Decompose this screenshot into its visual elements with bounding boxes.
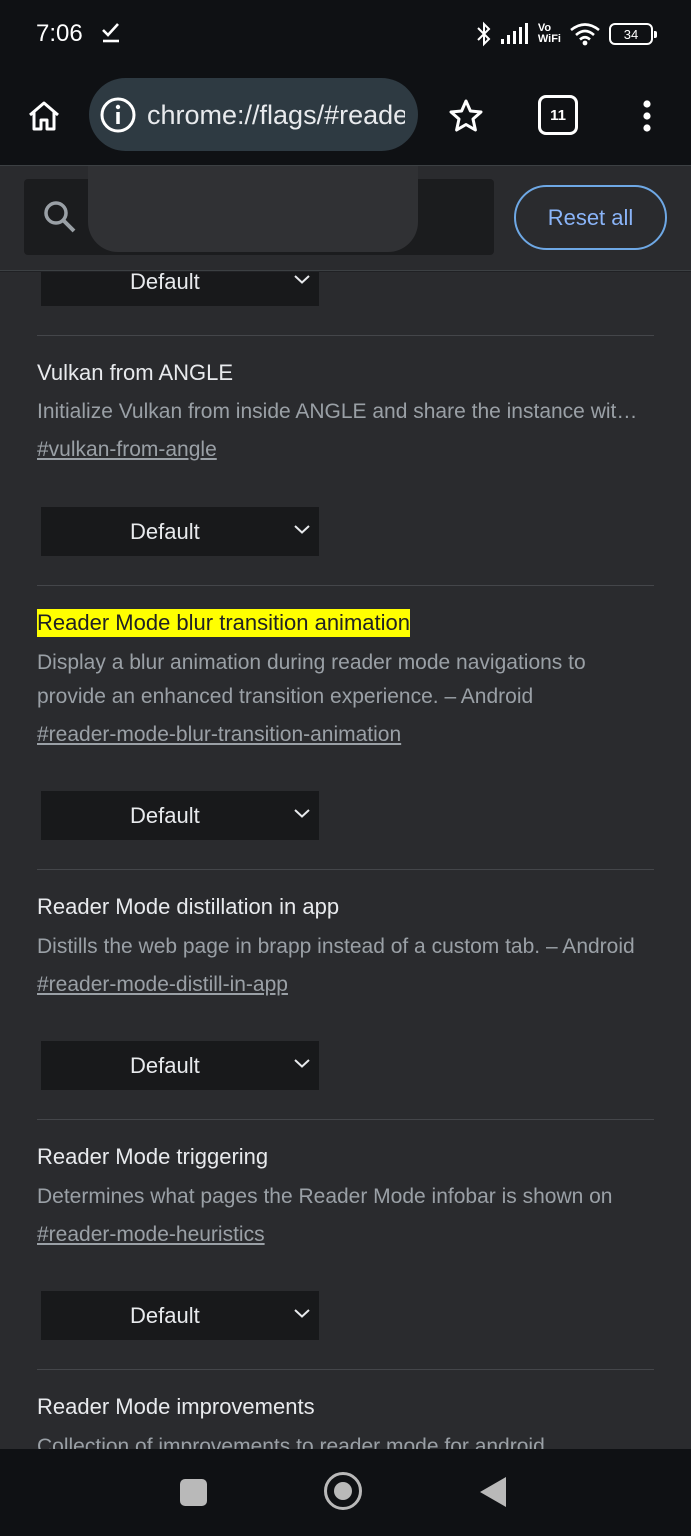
flag-description: Initialize Vulkan from inside ANGLE and … — [37, 400, 647, 423]
more-vert-icon — [643, 100, 651, 132]
chevron-down-icon — [294, 809, 310, 818]
flag-title: Reader Mode blur transition animation — [37, 609, 410, 637]
flag-title: Reader Mode improvements — [37, 1394, 315, 1419]
chevron-down-icon — [294, 1309, 310, 1318]
flag-link[interactable]: #reader-mode-blur-transition-animation — [37, 723, 401, 747]
flag-select[interactable]: Default — [41, 1291, 319, 1340]
bluetooth-icon — [477, 21, 491, 47]
flag-select-value: Default — [130, 803, 200, 828]
flag-select[interactable]: Default — [41, 791, 319, 840]
recents-button[interactable] — [180, 1479, 207, 1506]
back-button[interactable] — [480, 1477, 506, 1507]
flag-description: Distills the web page in brapp instead o… — [37, 935, 635, 958]
divider — [37, 1119, 654, 1120]
flag-description: Determines what pages the Reader Mode in… — [37, 1185, 613, 1208]
chevron-down-icon — [294, 525, 310, 534]
flag-title: Reader Mode triggering — [37, 1144, 269, 1169]
flag-link[interactable]: #vulkan-from-angle — [37, 438, 217, 462]
flag-select-value: Default — [130, 1053, 200, 1078]
tab-count: 11 — [550, 106, 566, 124]
star-icon — [449, 99, 483, 132]
more-menu-button[interactable] — [632, 94, 662, 138]
home-nav-button[interactable] — [324, 1472, 362, 1510]
tab-switcher-button[interactable]: 11 — [538, 95, 578, 135]
vowifi-bottom-label: WiFi — [537, 33, 561, 45]
download-complete-icon — [102, 23, 119, 43]
address-bar[interactable]: chrome://flags/#reader-mode — [89, 78, 418, 151]
address-bar-dropdown — [88, 166, 418, 252]
url-text[interactable]: chrome://flags/#reader-mode — [147, 100, 405, 131]
divider — [37, 1369, 654, 1370]
flag-title: Reader Mode distillation in app — [37, 894, 340, 919]
chevron-down-icon — [294, 1059, 310, 1068]
divider — [37, 869, 654, 870]
flag-select[interactable]: Default — [41, 507, 319, 556]
flag-description: Collection of improvements to reader mod… — [37, 1435, 545, 1449]
chevron-down-icon — [294, 275, 310, 284]
status-bar: 7:06 Vo WiFi 34 — [0, 0, 691, 68]
divider — [37, 335, 654, 336]
home-icon — [29, 101, 59, 131]
flag-select[interactable]: Default — [41, 272, 319, 306]
home-button[interactable] — [22, 94, 66, 138]
browser-toolbar: chrome://flags/#reader-mode 11 — [0, 68, 691, 166]
bookmark-button[interactable] — [444, 94, 488, 138]
flag-title: Vulkan from ANGLE — [37, 360, 234, 385]
flag-select-value: Default — [130, 1303, 200, 1328]
flags-header: Reset all — [0, 166, 691, 271]
wifi-icon — [570, 23, 600, 46]
search-icon — [44, 201, 76, 233]
battery-icon: 34 — [609, 23, 657, 45]
flag-link[interactable]: #reader-mode-heuristics — [37, 1223, 265, 1247]
flag-select-value: Default — [130, 272, 200, 294]
flag-select-value: Default — [130, 519, 200, 544]
flag-link[interactable]: #reader-mode-distill-in-app — [37, 973, 288, 997]
info-icon[interactable] — [99, 96, 137, 134]
reset-all-button[interactable]: Reset all — [514, 185, 667, 250]
status-icons: Vo WiFi 34 — [476, 18, 657, 50]
flag-description: Display a blur animation during reader m… — [37, 651, 586, 708]
divider — [37, 585, 654, 586]
vowifi-indicator: Vo WiFi — [538, 23, 561, 45]
flag-select[interactable]: Default — [41, 1041, 319, 1090]
system-nav-bar — [0, 1449, 691, 1536]
flags-list: Default Vulkan from ANGLE Initialize Vul… — [0, 272, 691, 1449]
status-time: 7:06 — [36, 20, 83, 47]
battery-level: 34 — [623, 26, 639, 42]
cellular-signal-icon — [500, 23, 528, 44]
